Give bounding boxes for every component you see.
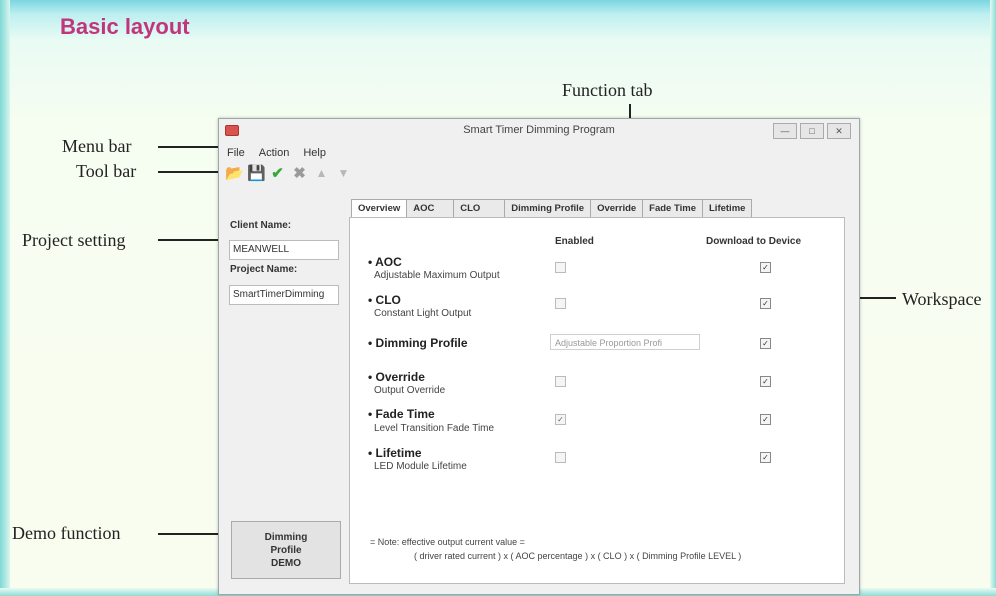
function-tabs: Overview AOC CLO Dimming Profile Overrid…	[351, 199, 753, 218]
menu-help[interactable]: Help	[303, 147, 326, 159]
callout-line-menu-bar	[158, 146, 226, 148]
frame-right	[990, 0, 996, 596]
tab-override[interactable]: Override	[590, 199, 644, 218]
minimize-button[interactable]: —	[773, 123, 797, 139]
tab-overview[interactable]: Overview	[351, 199, 408, 218]
demo-label-line-2: Profile	[270, 544, 302, 556]
clo-enabled-checkbox[interactable]	[555, 298, 566, 309]
tab-aoc[interactable]: AOC	[406, 199, 455, 218]
feature-override-subtitle: Output Override	[374, 385, 446, 396]
feature-override-title: • Override	[368, 370, 425, 384]
aoc-download-checkbox[interactable]: ✓	[760, 262, 771, 273]
callout-function-tab: Function tab	[562, 80, 653, 100]
aoc-enabled-checkbox[interactable]	[555, 262, 566, 273]
close-button[interactable]: ✕	[827, 123, 851, 139]
download-icon[interactable]: ▼	[335, 165, 352, 182]
callout-tool-bar: Tool bar	[76, 161, 137, 181]
fade-time-enabled-checkbox[interactable]: ✓	[555, 414, 566, 425]
feature-clo-subtitle: Constant Light Output	[374, 308, 472, 319]
callout-demo-function: Demo function	[12, 523, 121, 543]
feature-aoc-subtitle: Adjustable Maximum Output	[374, 270, 500, 281]
open-file-icon[interactable]: 📂	[225, 165, 244, 182]
fade-time-download-checkbox[interactable]: ✓	[760, 414, 771, 425]
callout-line-demo-function	[158, 533, 224, 535]
feature-fade-time-title: • Fade Time	[368, 407, 435, 421]
dimming-profile-demo-button[interactable]: Dimming Profile DEMO	[231, 521, 341, 579]
window-title: Smart Timer Dimming Program	[463, 124, 615, 136]
tab-dimming-profile[interactable]: Dimming Profile	[504, 199, 592, 218]
menu-bar: File Action Help	[227, 147, 326, 159]
callout-workspace: Workspace	[902, 289, 982, 309]
client-name-label: Client Name:	[230, 220, 292, 231]
feature-dimming-profile-title: • Dimming Profile	[368, 336, 468, 350]
note-line-2: ( driver rated current ) x ( AOC percent…	[414, 551, 742, 561]
clo-download-checkbox[interactable]: ✓	[760, 298, 771, 309]
cancel-icon[interactable]: ✖	[291, 165, 308, 182]
tool-bar: 📂 💾 ✔ ✖ ▲ ▼	[225, 165, 352, 182]
callout-menu-bar: Menu bar	[62, 136, 132, 156]
column-download-to-device: Download to Device	[706, 236, 802, 247]
feature-clo-title: • CLO	[368, 293, 401, 307]
save-icon[interactable]: 💾	[247, 165, 266, 182]
lifetime-download-checkbox[interactable]: ✓	[760, 452, 771, 463]
project-name-input[interactable]: SmartTimerDimming	[229, 285, 339, 305]
window-controls: — □ ✕	[773, 123, 851, 139]
app-window: Smart Timer Dimming Program — □ ✕ File A…	[218, 118, 860, 595]
tab-clo[interactable]: CLO	[453, 199, 506, 218]
column-enabled: Enabled	[555, 236, 594, 247]
callout-line-tool-bar	[158, 171, 222, 173]
tab-lifetime[interactable]: Lifetime	[702, 199, 753, 218]
callout-project-setting: Project setting	[22, 230, 126, 250]
page-heading: Basic layout	[60, 14, 190, 39]
menu-file[interactable]: File	[227, 147, 245, 159]
lifetime-enabled-checkbox[interactable]	[555, 452, 566, 463]
feature-lifetime-subtitle: LED Module Lifetime	[374, 461, 467, 472]
client-name-input[interactable]: MEANWELL	[229, 240, 339, 260]
feature-lifetime-title: • Lifetime	[368, 446, 422, 460]
tab-fade-time[interactable]: Fade Time	[642, 199, 703, 218]
check-icon[interactable]: ✔	[269, 165, 286, 182]
feature-aoc-title: • AOC	[368, 255, 402, 269]
override-download-checkbox[interactable]: ✓	[760, 376, 771, 387]
dimming-profile-select[interactable]: Adjustable Proportion Profi	[550, 334, 700, 350]
demo-label-line-3: DEMO	[271, 557, 301, 569]
menu-action[interactable]: Action	[259, 147, 290, 159]
upload-icon[interactable]: ▲	[313, 165, 330, 182]
callout-line-project-setting	[158, 239, 222, 241]
feature-fade-time-subtitle: Level Transition Fade Time	[374, 423, 495, 434]
demo-label-line-1: Dimming	[264, 531, 308, 543]
note-line-1: = Note: effective output current value =	[370, 537, 525, 547]
dimming-profile-download-checkbox[interactable]: ✓	[760, 338, 771, 349]
workspace-panel: Enabled Download to Device • AOC Adjusta…	[349, 217, 845, 584]
frame-left	[0, 0, 10, 596]
project-name-label: Project Name:	[230, 264, 298, 275]
title-bar: Smart Timer Dimming Program — □ ✕	[219, 119, 859, 143]
override-enabled-checkbox[interactable]	[555, 376, 566, 387]
maximize-button[interactable]: □	[800, 123, 824, 139]
